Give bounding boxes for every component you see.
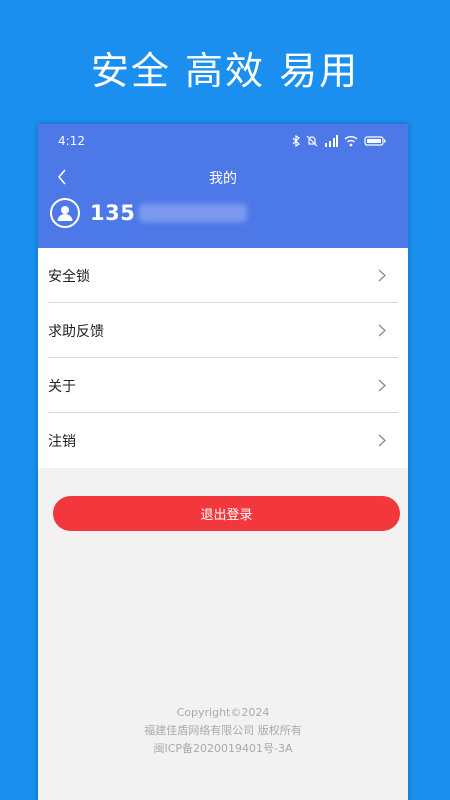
menu-item-help-feedback[interactable]: 求助反馈 (38, 303, 408, 358)
menu-item-label: 关于 (48, 378, 76, 395)
battery-icon (364, 135, 386, 147)
footer-company: 福建佳盾网络有限公司 版权所有 (144, 724, 302, 737)
user-icon (57, 206, 73, 221)
menu-item-label: 注销 (48, 433, 76, 450)
bluetooth-icon (292, 135, 300, 147)
chevron-right-icon (378, 379, 388, 393)
logout-button[interactable]: 退出登录 (53, 496, 400, 531)
user-profile: 135 (50, 198, 248, 228)
settings-menu: 安全锁 求助反馈 关于 注销 (38, 248, 408, 468)
header: 我的 135 (38, 158, 408, 248)
menu-item-label: 求助反馈 (48, 323, 104, 340)
mute-icon (306, 135, 318, 147)
chevron-right-icon (378, 324, 388, 338)
status-icons (292, 135, 386, 147)
signal-icon (324, 135, 338, 147)
background-edge (420, 0, 450, 800)
menu-item-security-lock[interactable]: 安全锁 (38, 248, 408, 303)
footer: Copyright©2024 福建佳盾网络有限公司 版权所有 闽ICP备2020… (38, 704, 408, 758)
phone-screen: 4:12 我的 135 安全锁 求助反馈 关于 注销 退出登录 Copyrigh… (38, 124, 408, 800)
avatar (50, 198, 80, 228)
menu-item-deregister[interactable]: 注销 (38, 413, 408, 468)
page-title: 我的 (209, 171, 237, 187)
phone-mask (139, 204, 248, 222)
user-phone: 135 (90, 201, 248, 225)
status-bar: 4:12 (38, 124, 408, 158)
chevron-right-icon (378, 434, 388, 448)
promo-headline: 安全 高效 易用 (90, 49, 360, 93)
status-time: 4:12 (58, 134, 85, 148)
footer-copyright: Copyright©2024 (176, 706, 270, 719)
footer-icp: 闽ICP备2020019401号-3A (153, 742, 293, 755)
menu-item-about[interactable]: 关于 (38, 358, 408, 413)
menu-item-label: 安全锁 (48, 268, 90, 285)
chevron-right-icon (378, 269, 388, 283)
user-phone-prefix: 135 (90, 201, 136, 225)
wifi-icon (344, 135, 358, 147)
